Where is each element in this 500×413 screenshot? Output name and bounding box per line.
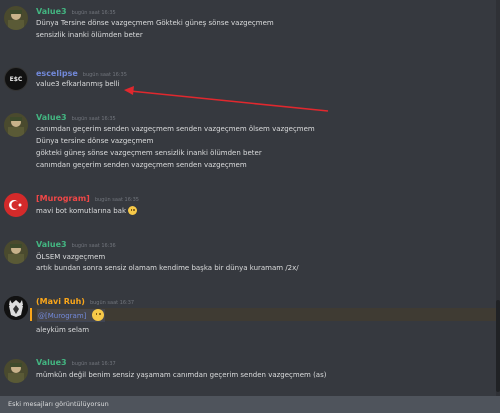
scrollbar-thumb[interactable] [496,300,500,392]
message-text: mavi bot komutlarına bak [36,207,126,215]
message-text: ÖLSEM vazgeçmem [36,253,106,261]
message-text: value3 efkarlanmış belli [36,80,120,88]
mention-highlight: @[Murogram] [30,308,500,322]
timestamp: bugün saat 16:37 [71,361,116,367]
timestamp: bugün saat 16:36 [71,243,116,249]
message-group: (Mavi Ruh) bugün saat 16:37 @[Murogram] … [0,296,500,340]
username[interactable]: Value3 [36,6,67,17]
avatar[interactable] [4,296,28,320]
username[interactable]: escelipse [36,68,78,79]
chat-messages: Value3 bugün saat 16:35 Dünya Tersine dö… [0,0,500,396]
username[interactable]: Value3 [36,357,67,368]
old-messages-text: Eski mesajları görüntülüyorsun [8,400,109,408]
avatar[interactable] [4,193,28,217]
message-text: artık bundan sonra sensiz olamam kendime… [36,264,299,272]
avatar[interactable] [4,113,28,137]
timestamp: bugün saat 16:35 [94,197,139,203]
user-mention[interactable]: @[Murogram] [37,309,106,322]
message-text: canımdan geçerim senden vazgeçmem senden… [36,161,247,169]
soldier-avatar-icon [4,359,28,383]
username[interactable]: (Mavi Ruh) [36,296,85,307]
message-text: Dünya tersine dönse vazgeçmem [36,137,154,145]
message-text: canımdan geçerim senden vazgeçmem senden… [36,125,315,133]
message-text: mümkün değil benim sensiz yaşamam canımd… [36,371,327,379]
message-text: aleyküm selam [36,326,90,334]
confused-emoji [92,309,105,321]
soldier-avatar-icon [4,240,28,264]
avatar[interactable] [4,240,28,264]
old-messages-bar[interactable]: Eski mesajları görüntülüyorsun [0,396,500,413]
esc-logo-icon: E$C [9,75,23,83]
message-text-row: mavi bot komutlarına bak [36,206,137,217]
wolf-avatar-icon [4,296,28,320]
soldier-avatar-icon [4,6,28,30]
avatar[interactable] [4,6,28,30]
username[interactable]: Value3 [36,239,67,250]
username[interactable]: [Murogram] [36,193,90,204]
flag-avatar-icon [4,193,28,217]
soldier-avatar-icon [4,113,28,137]
mention-text[interactable]: @[Murogram] [38,312,86,320]
message-text: sensizlik inanki ölümden beter [36,31,143,39]
username[interactable]: Value3 [36,112,67,123]
slight-smile-emoji [128,206,137,215]
message-text: gökteki güneş sönse vazgeçmem sensizlik … [36,149,262,157]
avatar[interactable]: E$C [4,67,28,91]
message-text: Dünya Tersine dönse vazgeçmem Gökteki gü… [36,19,274,27]
avatar[interactable] [4,359,28,383]
